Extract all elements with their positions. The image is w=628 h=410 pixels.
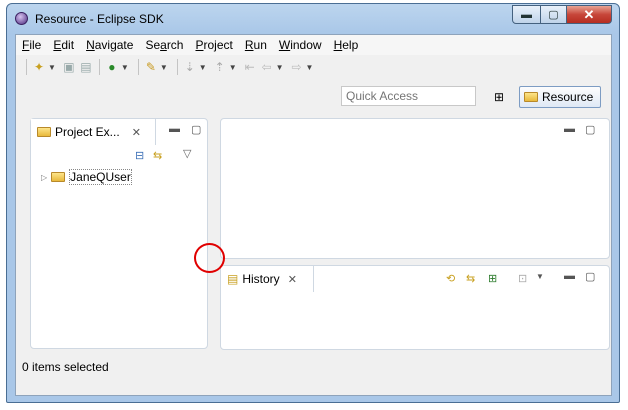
view-menu-icon[interactable]: ▼ [536,272,544,281]
collapse-all-icon[interactable]: ⊟ [135,149,144,162]
open-task-dropdown-icon[interactable]: ▼ [160,63,168,72]
status-bar: 0 items selected [22,360,109,374]
menu-help-post: elp [342,38,359,52]
tree-item[interactable]: ▷ JaneQUser [41,169,132,185]
project-folder-icon [51,172,66,182]
minimize-view-icon[interactable]: ▬ [169,123,180,135]
eclipse-window: Resource - Eclipse SDK ▬ ▢ ✕ File Edit N… [6,3,620,403]
maximize-editor-icon[interactable]: ▢ [585,123,595,136]
main-toolbar: ✦ ▼ ▣ ▤ ● ▼ ✎ ▼ ⇣ ▼ ⇡ ▼ ⇤ ⇦ ▼ ⇨ ▼ [16,56,611,78]
toolbar-separator [98,59,100,75]
menu-project[interactable]: Project [189,38,238,52]
menu-file[interactable]: File [16,38,47,52]
back-icon[interactable]: ⇦ [259,59,275,75]
workbench: File Edit Navigate Search Project Run Wi… [15,34,612,396]
refresh-icon[interactable]: ⟲ [446,272,455,285]
menu-run[interactable]: Run [239,38,273,52]
close-icon[interactable]: ✕ [132,126,141,139]
previous-annotation-dropdown-icon[interactable]: ▼ [229,63,237,72]
minimize-view-icon[interactable]: ▬ [564,270,575,282]
new-dropdown-icon[interactable]: ▼ [48,63,56,72]
view-menu-icon[interactable]: ▽ [183,147,191,160]
menu-window-post: indow [290,38,322,52]
menu-project-post: roject [203,38,233,52]
menu-edit-post: dit [61,38,75,52]
menu-search-pre: Se [145,38,161,52]
menu-run-post: un [253,38,267,52]
resource-perspective-button[interactable]: Resource [519,86,601,108]
back-dropdown-icon[interactable]: ▼ [276,63,284,72]
history-panel: ▤ History ✕ ⟲ ⇆ ⊞ ⊡ ▼ ▬ ▢ [220,265,610,350]
previous-annotation-icon[interactable]: ⇡ [212,59,228,75]
menu-help-mnemonic: H [333,38,343,52]
minimize-icon: ▬ [521,8,532,21]
save-all-icon[interactable]: ▤ [78,59,94,75]
menu-help[interactable]: Help [328,38,365,52]
history-tab-label: History [242,272,280,286]
forward-icon[interactable]: ⇨ [289,59,305,75]
open-task-icon[interactable]: ✎ [143,59,159,75]
toolbar-separator [137,59,139,75]
tree-item-label: JaneQUser [69,169,132,185]
title-bar[interactable]: Resource - Eclipse SDK ▬ ▢ ✕ [7,4,619,34]
menu-search-post: rch [166,38,184,52]
eclipse-logo-icon [15,12,28,25]
perspective-bar: ⊞ Resource [16,78,611,114]
link-with-editor-icon[interactable]: ⇆ [153,149,162,162]
folder-icon [524,92,538,102]
toolbar-separator [26,59,27,75]
close-icon[interactable]: ✕ [288,273,297,286]
maximize-button[interactable]: ▢ [540,5,567,24]
next-annotation-icon[interactable]: ⇣ [182,59,198,75]
open-perspective-icon[interactable]: ⊞ [494,90,510,106]
forward-dropdown-icon[interactable]: ▼ [306,63,314,72]
tab-project-explorer[interactable]: Project Ex... ✕ [31,119,156,145]
menu-window[interactable]: Window [273,38,328,52]
new-icon[interactable]: ✦ [31,59,47,75]
minimize-editor-icon[interactable]: ▬ [564,123,575,135]
folder-icon [37,127,51,137]
menu-window-mnemonic: W [278,38,291,52]
close-icon: ✕ [583,6,595,22]
menu-search-mnemonic: a [160,38,167,52]
expand-arrow-icon[interactable]: ▷ [41,173,47,182]
compare-icon[interactable]: ⊡ [518,272,527,285]
history-icon: ▤ [227,272,239,286]
menu-file-post: ile [29,38,42,52]
menu-bar: File Edit Navigate Search Project Run Wi… [16,35,611,55]
menu-navigate[interactable]: Navigate [80,38,139,52]
maximize-icon: ▢ [548,9,559,21]
editor-area: ▬ ▢ [220,118,610,259]
menu-search[interactable]: Search [139,38,189,52]
highlight-circle [194,243,225,273]
menu-project-mnemonic: P [195,38,204,52]
maximize-view-icon[interactable]: ▢ [585,270,595,283]
run-dropdown-icon[interactable]: ▼ [121,63,129,72]
minimize-button[interactable]: ▬ [512,5,541,24]
project-explorer-tab-label: Project Ex... [55,125,120,139]
run-icon[interactable]: ● [104,59,120,75]
link-with-editor-icon[interactable]: ⇆ [466,272,475,285]
menu-navigate-mnemonic: N [86,38,95,52]
project-explorer-panel: Project Ex... ✕ ▬ ▢ ⊟ ⇆ ▽ ▷ JaneQUser [30,118,208,349]
pin-icon[interactable]: ⊞ [488,272,497,285]
tab-history[interactable]: ▤ History ✕ [221,266,314,292]
toolbar-separator [176,59,178,75]
quick-access-input[interactable] [341,86,476,106]
window-title: Resource - Eclipse SDK [35,12,164,26]
maximize-view-icon[interactable]: ▢ [191,123,201,136]
close-button[interactable]: ✕ [566,5,612,24]
menu-navigate-post: avigate [94,38,134,52]
menu-edit[interactable]: Edit [47,38,80,52]
next-annotation-dropdown-icon[interactable]: ▼ [199,63,207,72]
menu-run-mnemonic: R [244,38,254,52]
perspective-label: Resource [542,90,594,104]
last-edit-icon[interactable]: ⇤ [242,59,258,75]
save-icon[interactable]: ▣ [61,59,77,75]
